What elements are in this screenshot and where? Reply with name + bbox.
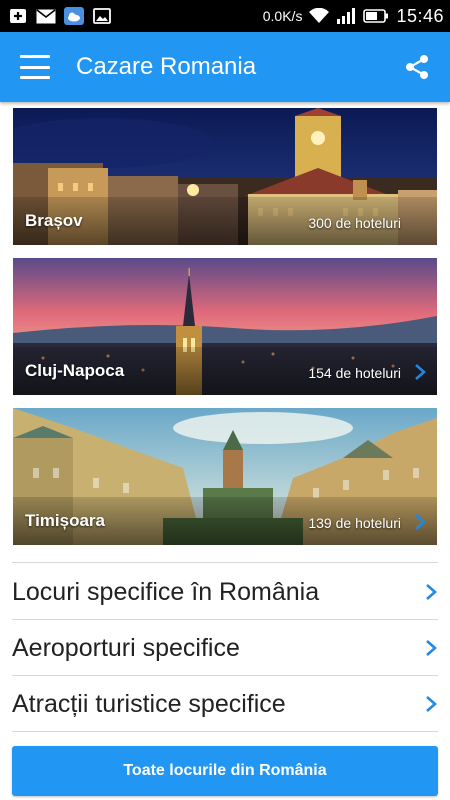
- link-atractii-turistice[interactable]: Atracții turistice specifice: [0, 676, 450, 732]
- city-name: Cluj-Napoca: [25, 361, 125, 380]
- city-name: Brașov: [25, 211, 83, 230]
- city-card-cluj-napoca[interactable]: Cluj-Napoca 154 de hoteluri: [13, 258, 437, 395]
- network-speed: 0.0K/s: [262, 8, 303, 24]
- share-icon[interactable]: [402, 52, 432, 82]
- app-title: Cazare Romania: [76, 53, 257, 80]
- hamburger-menu-icon[interactable]: [20, 55, 50, 79]
- city-card-brasov[interactable]: Brașov 300 de hoteluri: [13, 108, 437, 245]
- city-card-timisoara[interactable]: Timișoara 139 de hoteluri: [13, 408, 437, 545]
- link-aeroporturi-specifice[interactable]: Aeroporturi specifice: [0, 620, 450, 676]
- add-notification-icon: [8, 8, 28, 24]
- weather-icon: [64, 7, 84, 25]
- link-label: Aeroporturi specifice: [12, 633, 240, 662]
- battery-icon: [363, 8, 389, 24]
- mail-icon: [36, 8, 56, 24]
- all-places-button[interactable]: Toate locurile din România: [12, 746, 438, 796]
- link-label: Atracții turistice specifice: [12, 689, 286, 718]
- hotel-count: 300 de hoteluri: [308, 215, 401, 231]
- hotel-count: 139 de hoteluri: [308, 515, 401, 531]
- signal-icon: [336, 8, 356, 24]
- divider: [12, 562, 438, 563]
- status-bar: 0.0K/s 15:46: [0, 0, 450, 32]
- app-bar: Cazare Romania: [0, 32, 450, 102]
- chevron-right-icon: [415, 364, 426, 380]
- city-name: Timișoara: [25, 511, 106, 530]
- wifi-icon: [309, 8, 330, 24]
- chevron-right-icon: [426, 584, 437, 600]
- link-locuri-specifice[interactable]: Locuri specifice în România: [0, 564, 450, 620]
- chevron-right-icon: [426, 696, 437, 712]
- chevron-right-icon: [415, 514, 426, 530]
- hotel-count: 154 de hoteluri: [308, 365, 401, 381]
- divider: [12, 731, 438, 732]
- clock: 15:46: [396, 5, 444, 26]
- chevron-right-icon: [426, 640, 437, 656]
- link-label: Locuri specifice în România: [12, 577, 320, 606]
- image-icon: [92, 8, 112, 24]
